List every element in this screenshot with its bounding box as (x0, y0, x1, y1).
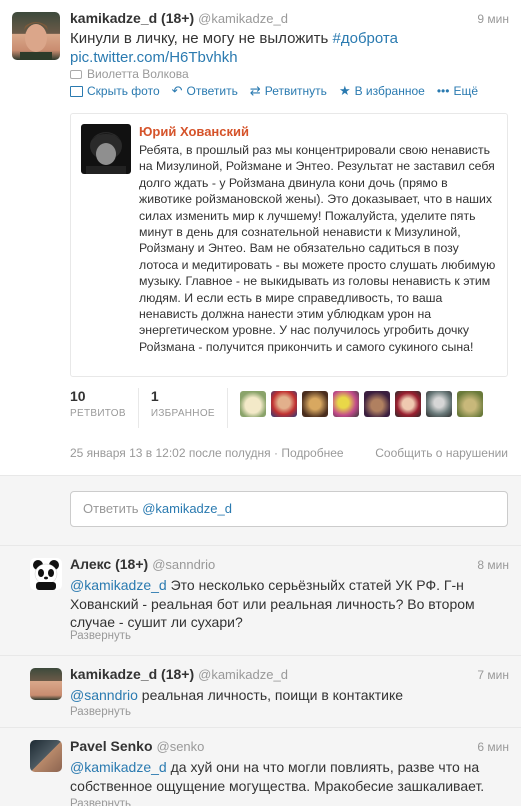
reply-text: @kamikadze_d да хуй они на что могли пов… (70, 758, 510, 795)
hide-photo-button[interactable]: Скрыть фото (70, 83, 160, 99)
favorite-label: В избранное (354, 84, 425, 98)
reply-tweet[interactable]: Алекс (18+) @sanndrio 8 мин @kamikadze_d … (0, 546, 521, 656)
hashtag-link[interactable]: #доброта (333, 30, 398, 47)
favorite-button[interactable]: ★ В избранное (339, 83, 425, 99)
favorites-label: ИЗБРАННОЕ (150, 408, 215, 419)
avatar[interactable] (395, 391, 421, 417)
retweeter-avatars (240, 391, 483, 417)
more-button[interactable]: ••• Ещё (437, 83, 478, 99)
reply-author-name[interactable]: Алекс (18+) (70, 556, 148, 572)
avatar[interactable] (302, 391, 328, 417)
avatar[interactable] (30, 668, 62, 700)
author-name[interactable]: kamikadze_d (18+) (70, 10, 194, 26)
retweet-small-icon (70, 69, 82, 79)
more-label: Ещё (453, 84, 478, 98)
photo-icon (70, 85, 83, 97)
embedded-image[interactable]: Юрий Хованский Ребята, в прошлый раз мы … (70, 113, 508, 377)
embed-avatar (81, 124, 131, 174)
reply-icon: ↶ (171, 83, 183, 98)
reply-label: Ответить (186, 84, 238, 98)
reply-header: Алекс (18+) @sanndrio (70, 556, 215, 572)
avatar[interactable] (426, 391, 452, 417)
reply-header: kamikadze_d (18+) @kamikadze_d (70, 666, 288, 682)
retweeted-by: Виолетта Волкова (70, 67, 189, 81)
embed-text: Ребята, в прошлый раз мы концентрировали… (139, 143, 496, 354)
reply-text: @sanndrio реальная личность, поищи в кон… (70, 686, 510, 705)
avatar[interactable] (12, 12, 60, 60)
reply-time[interactable]: 6 мин (477, 740, 509, 754)
report-link[interactable]: Сообщить о нарушении (375, 446, 508, 460)
tweet-date[interactable]: 25 января 13 в 12:02 после полудня (70, 446, 271, 460)
retweet-label: Ретвитнуть (264, 84, 327, 98)
tweet-text: Кинули в личку, не могу не выложить #доб… (70, 29, 510, 67)
reply-tweet[interactable]: Pavel Senko @senko 6 мин @kamikadze_d да … (0, 728, 521, 806)
retweets-label: РЕТВИТОВ (70, 408, 126, 419)
reply-mention[interactable]: @kamikadze_d (70, 759, 167, 775)
reply-text: @kamikadze_d Это несколько серьёзныйх ст… (70, 576, 510, 632)
retweet-icon: ⇄ (249, 83, 261, 98)
reply-button[interactable]: ↶ Ответить (172, 83, 238, 99)
author-handle[interactable]: @kamikadze_d (198, 11, 288, 26)
reply-area: Ответить @kamikadze_d (0, 476, 521, 546)
reply-author-name[interactable]: Pavel Senko (70, 738, 153, 754)
reply-author-handle[interactable]: @kamikadze_d (198, 667, 288, 682)
tweet-meta: 25 января 13 в 12:02 после полудня · Под… (70, 446, 344, 460)
tweet-stats: 10 РЕТВИТОВ 1 ИЗБРАННОЕ (70, 388, 240, 428)
retweet-button[interactable]: ⇄ Ретвитнуть (250, 83, 327, 99)
retweets-stat[interactable]: 10 РЕТВИТОВ (70, 388, 139, 428)
reply-input-mention: @kamikadze_d (142, 501, 232, 516)
reply-time[interactable]: 7 мин (477, 668, 509, 682)
avatar[interactable] (30, 740, 62, 772)
hide-photo-label: Скрыть фото (87, 84, 160, 98)
avatar[interactable] (333, 391, 359, 417)
reply-header: Pavel Senko @senko (70, 738, 204, 754)
reply-mention[interactable]: @sanndrio (70, 687, 138, 703)
avatar[interactable] (30, 558, 62, 590)
favorites-stat[interactable]: 1 ИЗБРАННОЕ (151, 388, 228, 428)
avatar[interactable] (271, 391, 297, 417)
pic-link[interactable]: pic.twitter.com/H6Tbvhkh (70, 49, 238, 66)
main-tweet: kamikadze_d (18+) @kamikadze_d 9 мин Кину… (0, 0, 521, 476)
reply-mention[interactable]: @kamikadze_d (70, 577, 167, 593)
details-link[interactable]: · Подробнее (274, 446, 344, 460)
more-icon: ••• (436, 84, 450, 98)
reply-body: реальная личность, поищи в контактике (137, 687, 404, 703)
reply-author-handle[interactable]: @senko (157, 739, 205, 754)
avatar[interactable] (240, 391, 266, 417)
star-icon: ★ (338, 83, 351, 98)
avatar[interactable] (364, 391, 390, 417)
tweet-time[interactable]: 9 мин (477, 12, 509, 26)
avatar[interactable] (457, 391, 483, 417)
reply-tweet[interactable]: kamikadze_d (18+) @kamikadze_d 7 мин @san… (0, 656, 521, 728)
retweeted-by-name[interactable]: Виолетта Волкова (87, 67, 189, 81)
expand-link[interactable]: Развернуть (70, 706, 131, 718)
reply-time[interactable]: 8 мин (477, 558, 509, 572)
expand-link[interactable]: Развернуть (70, 630, 131, 642)
tweet-body: Кинули в личку, не могу не выложить (70, 30, 329, 47)
reply-author-handle[interactable]: @sanndrio (152, 557, 215, 572)
reply-author-name[interactable]: kamikadze_d (18+) (70, 666, 194, 682)
favorites-count: 1 (150, 388, 159, 404)
retweets-count: 10 (70, 388, 86, 404)
embed-author: Юрий Хованский (139, 124, 250, 139)
reply-input[interactable]: Ответить @kamikadze_d (70, 491, 508, 527)
expand-link[interactable]: Развернуть (70, 798, 131, 806)
tweet-actions: Скрыть фото ↶ Ответить ⇄ Ретвитнуть ★ В … (70, 83, 478, 99)
reply-input-prefix: Ответить (83, 501, 143, 516)
